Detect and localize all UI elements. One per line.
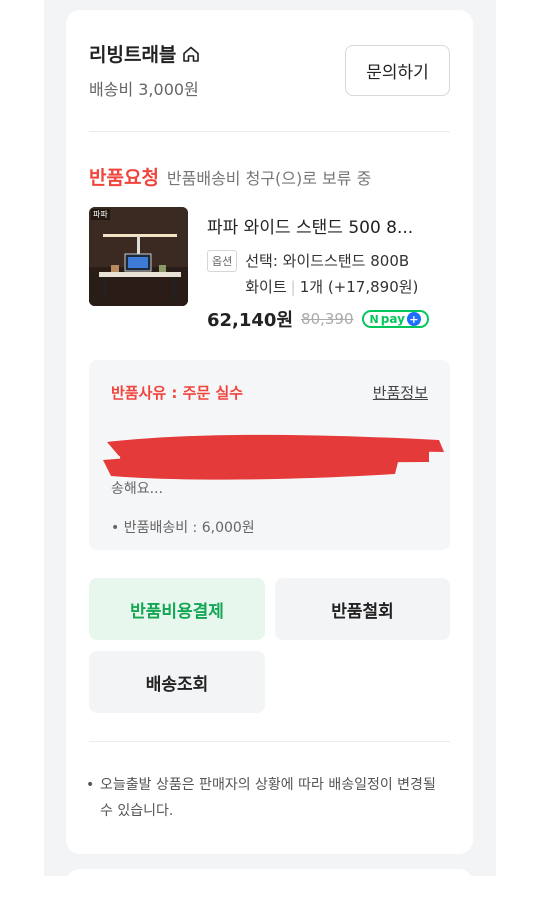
return-shipping-fee: • 반품배송비 : 6,000원 — [111, 520, 255, 536]
return-reason-box: 반품사유 : 주문 실수 반품정보 송해요... • 반품배송비 : 6,000… — [89, 360, 450, 550]
divider — [89, 131, 450, 132]
product-option: 옵션 선택: 와이드스탠드 800B 화이트 | 1개 (+17,890원) — [207, 248, 450, 300]
npay-n-icon: N — [369, 312, 379, 326]
price: 62,140원 — [207, 310, 294, 331]
next-card — [66, 869, 473, 899]
product-image — [89, 207, 188, 306]
pay-return-fee-button[interactable]: 반품비용결제 — [89, 578, 265, 640]
return-reason: 반품사유 : 주문 실수 — [111, 384, 244, 402]
inquiry-button[interactable]: 문의하기 — [345, 45, 450, 96]
home-icon — [183, 46, 200, 62]
product-name[interactable]: 파파 와이드 스탠드 500 8... — [207, 213, 447, 238]
option-quantity: 1개 (+17,890원) — [299, 278, 419, 296]
option-color: 화이트 — [245, 278, 287, 296]
product-thumbnail[interactable]: 파파 — [89, 207, 188, 306]
thumbnail-tag: 파파 — [91, 209, 110, 220]
option-line: 선택: 와이드스탠드 800B — [245, 252, 410, 270]
plus-icon: + — [406, 312, 421, 326]
product-item[interactable]: 파파 파파 와이드 스탠드 500 8... 옵션 선택: 와이드스탠드 800… — [89, 207, 450, 347]
order-card: 리빙트래블 배송비 3,000원 문의하기 반품요청 반품배송비 청구(으)로 … — [66, 10, 473, 854]
option-badge: 옵션 — [207, 250, 238, 272]
npay-label: pay — [380, 312, 405, 326]
store-name: 리빙트래블 — [89, 44, 177, 66]
store-name-link[interactable]: 리빙트래블 — [89, 40, 201, 67]
return-status: 반품요청 반품배송비 청구(으)로 보류 중 — [89, 163, 371, 190]
product-info: 파파 와이드 스탠드 500 8... 옵션 선택: 와이드스탠드 800B 화… — [207, 207, 450, 332]
npay-badge: N pay + — [361, 310, 429, 328]
return-info-link[interactable]: 반품정보 — [373, 382, 428, 403]
original-price: 80,390 — [301, 310, 354, 328]
track-delivery-button[interactable]: 배송조회 — [89, 651, 265, 713]
price-row: 62,140원 80,390 N pay + — [207, 306, 450, 332]
option-detail: 화이트 | 1개 (+17,890원) — [245, 274, 418, 300]
status-title: 반품요청 — [89, 167, 159, 189]
option-text: 선택: 와이드스탠드 800B 화이트 | 1개 (+17,890원) — [245, 248, 418, 300]
shipping-fee: 배송비 3,000원 — [89, 80, 199, 99]
separator: | — [290, 278, 296, 296]
status-subtitle: 반품배송비 청구(으)로 보류 중 — [166, 169, 372, 188]
store-header: 리빙트래블 배송비 3,000원 문의하기 — [89, 40, 450, 100]
divider — [89, 741, 450, 742]
withdraw-return-button[interactable]: 반품철회 — [275, 578, 450, 640]
redaction-scribble — [103, 434, 444, 480]
delivery-notice: 오늘출발 상품은 판매자의 상황에 따라 배송일정이 변경될 수 있습니다. — [86, 772, 453, 824]
